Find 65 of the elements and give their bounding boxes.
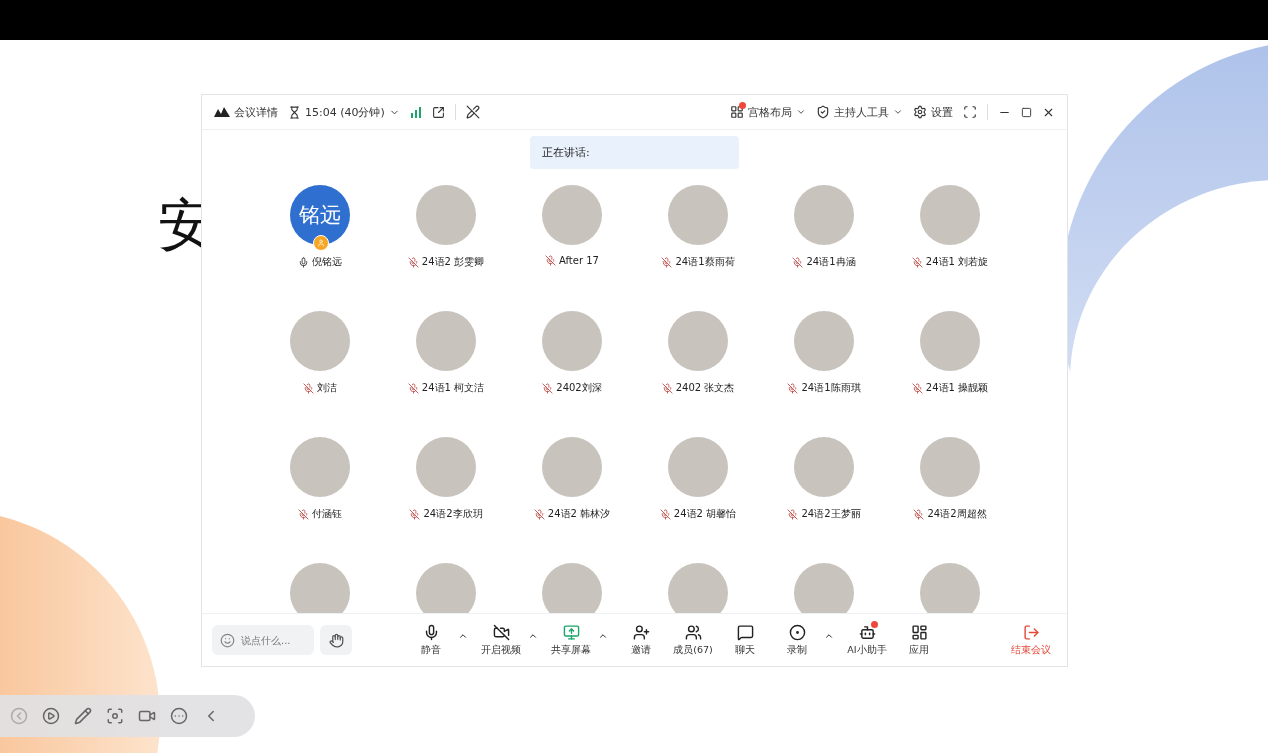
external-link-icon[interactable]: [431, 105, 445, 119]
more-icon[interactable]: [170, 707, 188, 725]
speaking-indicator: 正在讲话:: [530, 136, 739, 169]
participant-name: 24语2李欣玥: [423, 507, 483, 521]
participant-name: 24语2 韩林汐: [547, 507, 611, 521]
logo-icon: [214, 107, 230, 117]
participant-name: 24语2 彭雯卿: [421, 255, 485, 269]
chat-icon: [736, 623, 754, 641]
toolbar-button[interactable]: 聊天: [720, 623, 770, 657]
toolbar-button[interactable]: AI小助手: [842, 623, 892, 657]
hand-icon: [328, 632, 344, 648]
end-meeting-button[interactable]: 结束会议: [1005, 622, 1057, 658]
settings-icon: [913, 105, 927, 119]
toolbar-button[interactable]: 宫格布局: [730, 104, 806, 120]
toolbar-button[interactable]: 静音: [406, 623, 456, 657]
participant-name: After 17: [559, 255, 599, 266]
meeting-details-button[interactable]: 会议详情: [214, 104, 278, 120]
chat-field[interactable]: 说点什么...: [212, 625, 314, 655]
timer-button[interactable]: 15:04 (40分钟): [288, 104, 400, 120]
participant-name: 24语2周超然: [927, 507, 987, 521]
chat-input[interactable]: 说点什么...: [239, 633, 313, 647]
add-user-icon: [632, 623, 650, 641]
chevron-icon[interactable]: [796, 107, 806, 117]
toolbar-button[interactable]: 邀请: [616, 623, 666, 657]
hourglass-icon: [288, 105, 301, 119]
participant-name: 倪铭远: [312, 255, 342, 269]
participant-name: 24语2王梦丽: [801, 507, 861, 521]
shield-icon: [816, 105, 830, 119]
toolbar-button[interactable]: 共享屏幕: [546, 623, 596, 657]
participant-name: 24语1蔡雨荷: [675, 255, 735, 269]
text-avatar: 铭远: [290, 185, 350, 245]
participant-name: 2402 张文杰: [675, 381, 735, 395]
participant-name: 24语1冉涵: [806, 255, 856, 269]
toolbar-button[interactable]: 录制: [772, 623, 822, 657]
participant-name: 2402刘深: [556, 381, 602, 395]
fullscreen-icon[interactable]: [963, 105, 977, 119]
users-icon: [684, 623, 702, 641]
focus-icon[interactable]: [106, 707, 124, 725]
smile-icon: [220, 632, 235, 648]
pencil-icon[interactable]: [74, 707, 92, 725]
apps-icon: [910, 623, 928, 641]
participant-name: 24语1 操靓颖: [925, 381, 989, 395]
participant-name: 刘洁: [317, 381, 337, 395]
screen-share-icon: [562, 623, 580, 641]
video-off-icon: [492, 623, 510, 641]
toolbar-button[interactable]: 开启视频: [476, 623, 526, 657]
toolbar-button[interactable]: 设置: [913, 104, 953, 120]
pen-off-icon[interactable]: [465, 105, 480, 119]
robot-icon: [858, 623, 876, 641]
participant-name: 24语2 胡馨怡: [673, 507, 737, 521]
exit-icon: [1022, 623, 1040, 641]
raise-hand-button[interactable]: [320, 625, 352, 655]
participant-name: 24语1 刘若旋: [925, 255, 989, 269]
toolbar-button[interactable]: 应用: [894, 623, 944, 657]
toolbar-button[interactable]: 主持人工具: [816, 104, 903, 120]
play-icon[interactable]: [42, 707, 60, 725]
signal-icon: [409, 106, 422, 118]
chevron-icon[interactable]: [893, 107, 903, 117]
participant-name: 24语1陈雨琪: [801, 381, 861, 395]
record-icon: [788, 623, 806, 641]
toolbar-button[interactable]: 成员(67): [668, 623, 718, 657]
notification-dot: [739, 101, 746, 109]
participant-name: 付涵钰: [312, 507, 342, 521]
participant-name: 24语1 柯文洁: [421, 381, 485, 395]
maximize-icon[interactable]: [1021, 106, 1032, 118]
